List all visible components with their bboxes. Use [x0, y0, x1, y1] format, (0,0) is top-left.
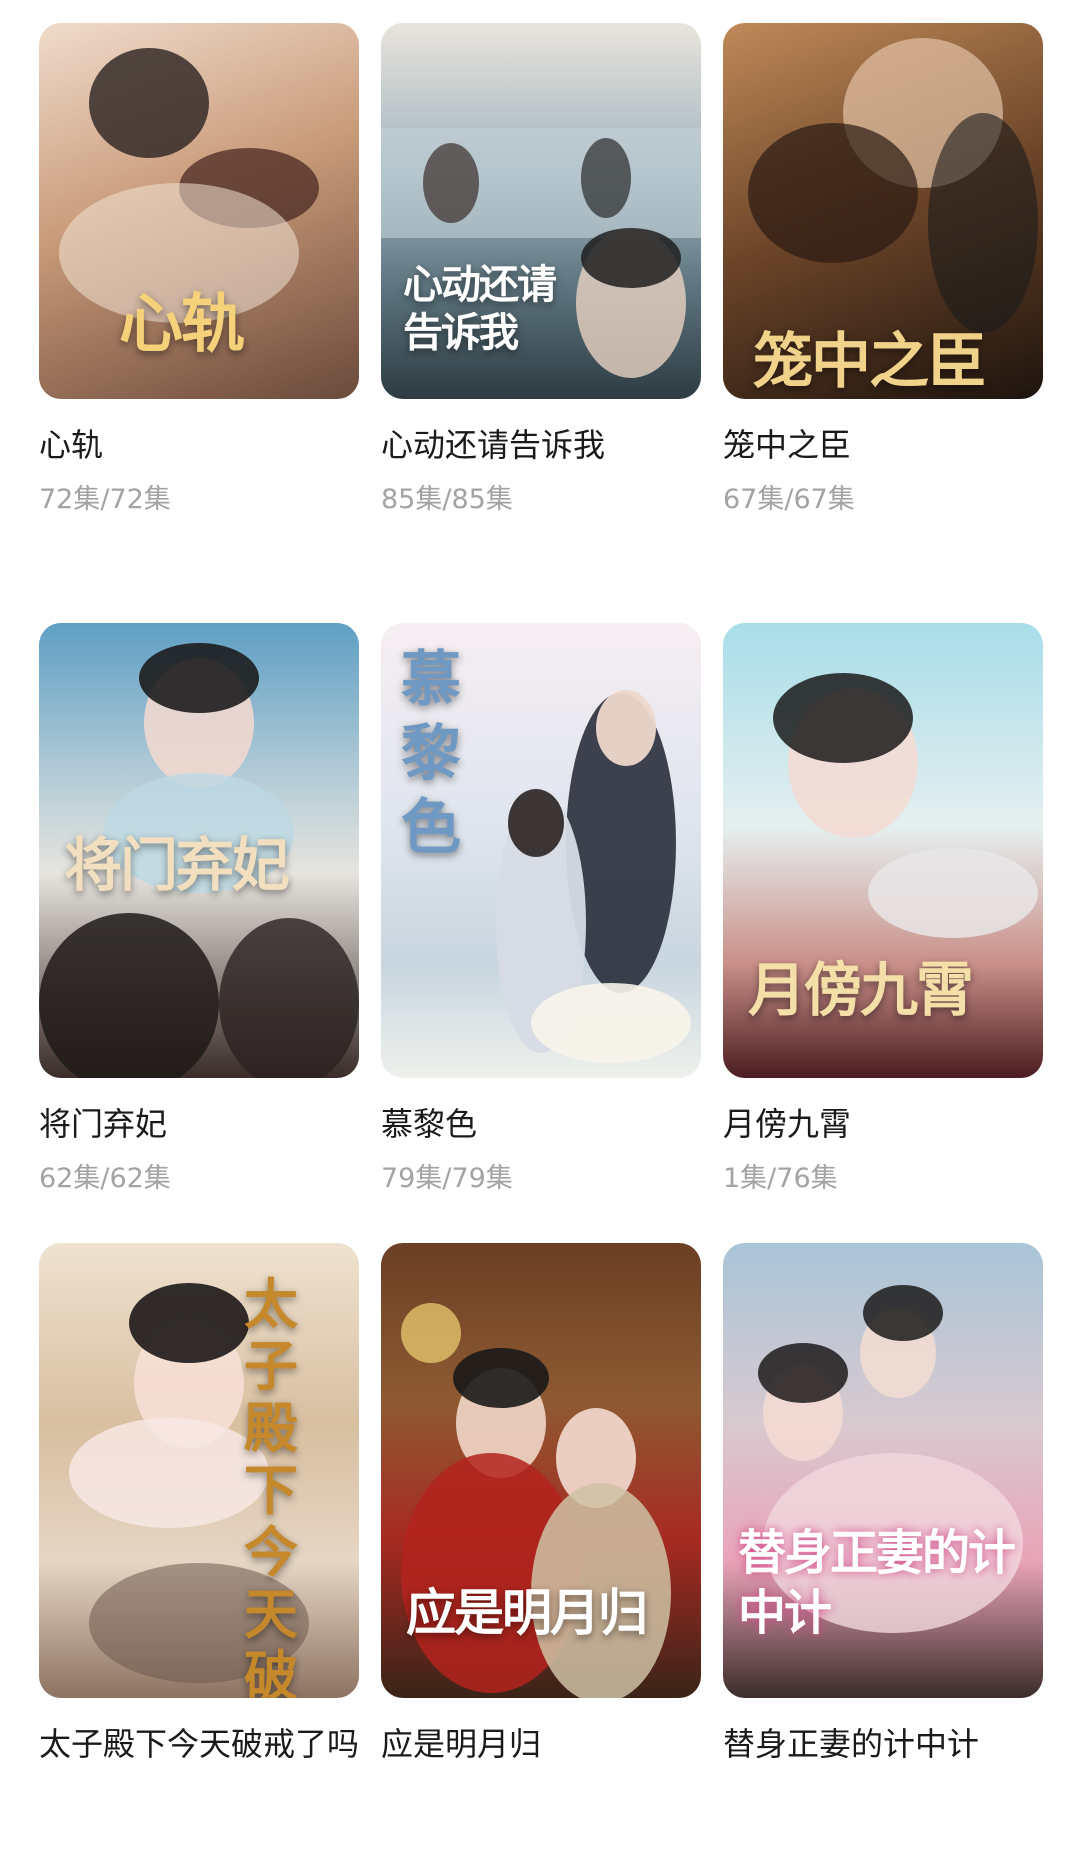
drama-title[interactable]: 心动还请告诉我	[381, 425, 701, 465]
drama-card[interactable]: 慕黎色 慕黎色 79集/79集	[381, 623, 701, 1243]
episode-count: 1集/76集	[723, 1163, 838, 1194]
drama-card[interactable]: 心动还请告诉我 心动还请告诉我 85集/85集	[381, 23, 701, 623]
poster-title-art: 替身正妻的计中计	[738, 1525, 1016, 1641]
drama-poster[interactable]: 慕黎色	[381, 623, 701, 1078]
drama-poster[interactable]: 替身正妻的计中计	[723, 1243, 1043, 1698]
poster-title-art: 月傍九霄	[748, 956, 974, 1024]
poster-title-art: 心动还请告诉我	[403, 261, 557, 356]
poster-title-art: 慕黎色	[401, 645, 461, 863]
episode-count: 79集/79集	[381, 1163, 513, 1194]
drama-title[interactable]: 月傍九霄	[723, 1104, 1043, 1144]
drama-title[interactable]: 应是明月归	[381, 1724, 701, 1764]
drama-card[interactable]: 月傍九霄 月傍九霄 1集/76集	[723, 623, 1043, 1243]
drama-card[interactable]: 心轨 心轨 72集/72集	[39, 23, 359, 623]
drama-poster[interactable]: 月傍九霄	[723, 623, 1043, 1078]
episode-count: 85集/85集	[381, 484, 513, 515]
drama-title[interactable]: 心轨	[39, 425, 359, 465]
drama-title[interactable]: 太子殿下今天破戒了吗	[39, 1724, 359, 1764]
drama-poster[interactable]: 心动还请告诉我	[381, 23, 701, 399]
drama-title[interactable]: 慕黎色	[381, 1104, 701, 1144]
drama-title[interactable]: 笼中之臣	[723, 425, 1043, 465]
drama-poster[interactable]: 太子殿下今天破戒了吗	[39, 1243, 359, 1698]
poster-title-art: 心轨	[119, 287, 245, 362]
drama-poster[interactable]: 心轨	[39, 23, 359, 399]
poster-title-art: 应是明月归	[406, 1583, 648, 1642]
drama-card[interactable]: 将门弃妃 将门弃妃 62集/62集	[39, 623, 359, 1243]
drama-card[interactable]: 应是明月归 应是明月归	[381, 1243, 701, 1863]
drama-grid: 心轨 心轨 72集/72集 心动还请告诉我 心动还请告诉我 85集/85集 笼中…	[39, 23, 1043, 1863]
drama-card[interactable]: 笼中之臣 笼中之臣 67集/67集	[723, 23, 1043, 623]
drama-card[interactable]: 替身正妻的计中计 替身正妻的计中计	[723, 1243, 1043, 1863]
episode-count: 67集/67集	[723, 484, 855, 515]
episode-count: 72集/72集	[39, 484, 171, 515]
drama-poster[interactable]: 应是明月归	[381, 1243, 701, 1698]
drama-poster[interactable]: 笼中之臣	[723, 23, 1043, 399]
drama-card[interactable]: 太子殿下今天破戒了吗 太子殿下今天破戒了吗	[39, 1243, 359, 1863]
poster-title-art: 将门弃妃	[64, 831, 290, 899]
poster-title-art: 太子殿下今天破戒了吗	[244, 1272, 298, 1698]
poster-title-art: 笼中之臣	[753, 327, 987, 397]
drama-poster[interactable]: 将门弃妃	[39, 623, 359, 1078]
episode-count: 62集/62集	[39, 1163, 171, 1194]
drama-title[interactable]: 替身正妻的计中计	[723, 1724, 1043, 1764]
drama-title[interactable]: 将门弃妃	[39, 1104, 359, 1144]
